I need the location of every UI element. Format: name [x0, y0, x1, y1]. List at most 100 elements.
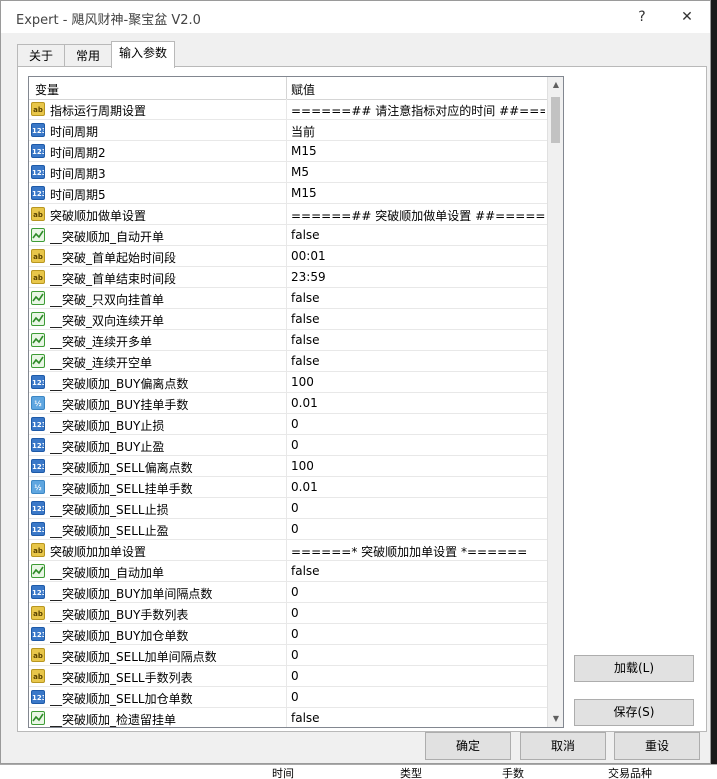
column-header-value[interactable]: 赋值 — [291, 81, 315, 98]
parameter-row[interactable]: 123 __突破顺加_BUY偏离点数 100 — [29, 372, 548, 393]
parameter-row[interactable]: 123 __突破顺加_SELL加仓单数 0 — [29, 687, 548, 708]
parameter-name: __突破顺加_BUY加仓单数 — [50, 629, 189, 643]
parameter-name: 突破顺加加单设置 — [50, 545, 147, 559]
column-header-variable[interactable]: 变量 — [35, 81, 59, 98]
parameter-row[interactable]: __突破_只双向挂首单 false — [29, 288, 548, 309]
tab-common[interactable]: 常用 — [64, 44, 112, 66]
ok-button[interactable]: 确定 — [425, 732, 511, 760]
parameter-row[interactable]: 123 时间周期5 M15 — [29, 183, 548, 204]
boolean-type-icon — [31, 354, 45, 368]
scroll-thumb[interactable] — [551, 97, 560, 143]
double-type-icon: ½ — [31, 396, 45, 410]
parameter-value[interactable]: 23:59 — [291, 270, 545, 284]
parameter-row[interactable]: ab __突破_首单起始时间段 00:01 — [29, 246, 548, 267]
load-button[interactable]: 加载(L) — [574, 655, 694, 682]
title-bar: Expert - 飓风财神-聚宝盆 V2.0 ? ✕ — [1, 1, 710, 33]
scroll-up-icon[interactable]: ▲ — [548, 77, 563, 93]
parameter-row[interactable]: 123 __突破顺加_BUY加单间隔点数 0 — [29, 582, 548, 603]
parameter-name: __突破顺加_自动开单 — [50, 230, 165, 244]
parameter-value[interactable]: 0 — [291, 690, 545, 704]
parameter-value[interactable]: 0 — [291, 627, 545, 641]
parameter-value[interactable]: ======## 请注意指标对应的时间 ##====... — [291, 102, 545, 119]
parameter-row[interactable]: 123 __突破顺加_BUY止损 0 — [29, 414, 548, 435]
grid-header: 变量 赋值 — [29, 77, 548, 100]
parameter-row[interactable]: ½ __突破顺加_BUY挂单手数 0.01 — [29, 393, 548, 414]
parameter-row[interactable]: ab __突破顺加_SELL手数列表 0 — [29, 666, 548, 687]
parameter-row[interactable]: __突破_连续开多单 false — [29, 330, 548, 351]
parameter-name: __突破_双向连续开单 — [50, 314, 165, 328]
parameter-value[interactable]: false — [291, 312, 545, 326]
integer-type-icon: 123 — [31, 627, 45, 641]
parameter-row[interactable]: 123 __突破顺加_BUY止盈 0 — [29, 435, 548, 456]
parameter-value[interactable]: false — [291, 711, 545, 725]
parameter-value[interactable]: 0 — [291, 585, 545, 599]
integer-type-icon: 123 — [31, 522, 45, 536]
parameter-name: 突破顺加做单设置 — [50, 209, 147, 223]
vertical-scrollbar[interactable]: ▲ ▼ — [547, 77, 563, 727]
parameter-name: 时间周期2 — [50, 146, 106, 160]
parameter-value[interactable]: M15 — [291, 144, 545, 158]
parameter-row[interactable]: 123 时间周期3 M5 — [29, 162, 548, 183]
scroll-down-icon[interactable]: ▼ — [548, 711, 563, 727]
parameter-value[interactable]: M15 — [291, 186, 545, 200]
parameter-value[interactable]: 0 — [291, 417, 545, 431]
parameter-row[interactable]: ab __突破顺加_BUY手数列表 0 — [29, 603, 548, 624]
parameter-name: __突破顺加_SELL止盈 — [50, 524, 169, 538]
parameter-value[interactable]: false — [291, 564, 545, 578]
parameter-value[interactable]: 0.01 — [291, 480, 545, 494]
parameter-name: __突破顺加_BUY止盈 — [50, 440, 165, 454]
parameter-value[interactable]: 0 — [291, 438, 545, 452]
save-button[interactable]: 保存(S) — [574, 699, 694, 726]
parameter-row[interactable]: 123 时间周期 当前 — [29, 120, 548, 141]
integer-type-icon: 123 — [31, 690, 45, 704]
parameter-row[interactable]: __突破顺加_自动开单 false — [29, 225, 548, 246]
parameter-row[interactable]: 123 时间周期2 M15 — [29, 141, 548, 162]
parameter-value[interactable]: 0 — [291, 522, 545, 536]
parameter-value[interactable]: 100 — [291, 459, 545, 473]
parameter-row[interactable]: ab 突破顺加做单设置 ======## 突破顺加做单设置 ##====== — [29, 204, 548, 225]
parameter-value[interactable]: M5 — [291, 165, 545, 179]
parameter-row[interactable]: 123 __突破顺加_BUY加仓单数 0 — [29, 624, 548, 645]
parameter-value[interactable]: 100 — [291, 375, 545, 389]
parameter-row[interactable]: ½ __突破顺加_SELL挂单手数 0.01 — [29, 477, 548, 498]
parameter-value[interactable]: 0 — [291, 501, 545, 515]
parameter-value[interactable]: 当前 — [291, 123, 545, 140]
parameter-row[interactable]: __突破_双向连续开单 false — [29, 309, 548, 330]
parameter-name: __突破_只双向挂首单 — [50, 293, 165, 307]
parameter-value[interactable]: 0 — [291, 606, 545, 620]
parameter-value[interactable]: 0.01 — [291, 396, 545, 410]
parameter-value[interactable]: false — [291, 291, 545, 305]
parameter-value[interactable]: false — [291, 228, 545, 242]
integer-type-icon: 123 — [31, 417, 45, 431]
parameter-value[interactable]: 0 — [291, 669, 545, 683]
parameter-row[interactable]: ab 指标运行周期设置 ======## 请注意指标对应的时间 ##====... — [29, 99, 548, 120]
bg-col-lots: 手数 — [502, 767, 524, 779]
parameter-value[interactable]: false — [291, 354, 545, 368]
parameter-row[interactable]: __突破_连续开空单 false — [29, 351, 548, 372]
parameter-value[interactable]: 0 — [291, 648, 545, 662]
cancel-button[interactable]: 取消 — [520, 732, 606, 760]
parameter-row[interactable]: ab 突破顺加加单设置 ======* 突破顺加加单设置 *====== — [29, 540, 548, 561]
reset-button[interactable]: 重设 — [614, 732, 700, 760]
parameter-row[interactable]: ab __突破_首单结束时间段 23:59 — [29, 267, 548, 288]
bg-col-time: 时间 — [272, 767, 294, 779]
parameter-name: __突破顺加_BUY手数列表 — [50, 608, 189, 622]
bg-col-symbol: 交易品种 — [608, 767, 652, 779]
tab-inputs[interactable]: 输入参数 — [111, 41, 175, 68]
parameter-value[interactable]: ======## 突破顺加做单设置 ##====== — [291, 207, 545, 224]
parameter-name: __突破顺加_SELL偏离点数 — [50, 461, 193, 475]
parameter-row[interactable]: __突破顺加_检遗留挂单 false — [29, 708, 548, 727]
parameter-row[interactable]: ab __突破顺加_SELL加单间隔点数 0 — [29, 645, 548, 666]
parameter-row[interactable]: 123 __突破顺加_SELL止盈 0 — [29, 519, 548, 540]
parameter-row[interactable]: 123 __突破顺加_SELL偏离点数 100 — [29, 456, 548, 477]
integer-type-icon: 123 — [31, 438, 45, 452]
parameter-row[interactable]: __突破顺加_自动加单 false — [29, 561, 548, 582]
parameter-name: __突破_首单起始时间段 — [50, 251, 177, 265]
help-button[interactable]: ? — [627, 5, 657, 29]
tab-about[interactable]: 关于 — [17, 44, 65, 66]
close-button[interactable]: ✕ — [672, 5, 702, 29]
parameter-value[interactable]: ======* 突破顺加加单设置 *====== — [291, 543, 545, 560]
parameter-value[interactable]: false — [291, 333, 545, 347]
parameter-value[interactable]: 00:01 — [291, 249, 545, 263]
parameter-row[interactable]: 123 __突破顺加_SELL止损 0 — [29, 498, 548, 519]
